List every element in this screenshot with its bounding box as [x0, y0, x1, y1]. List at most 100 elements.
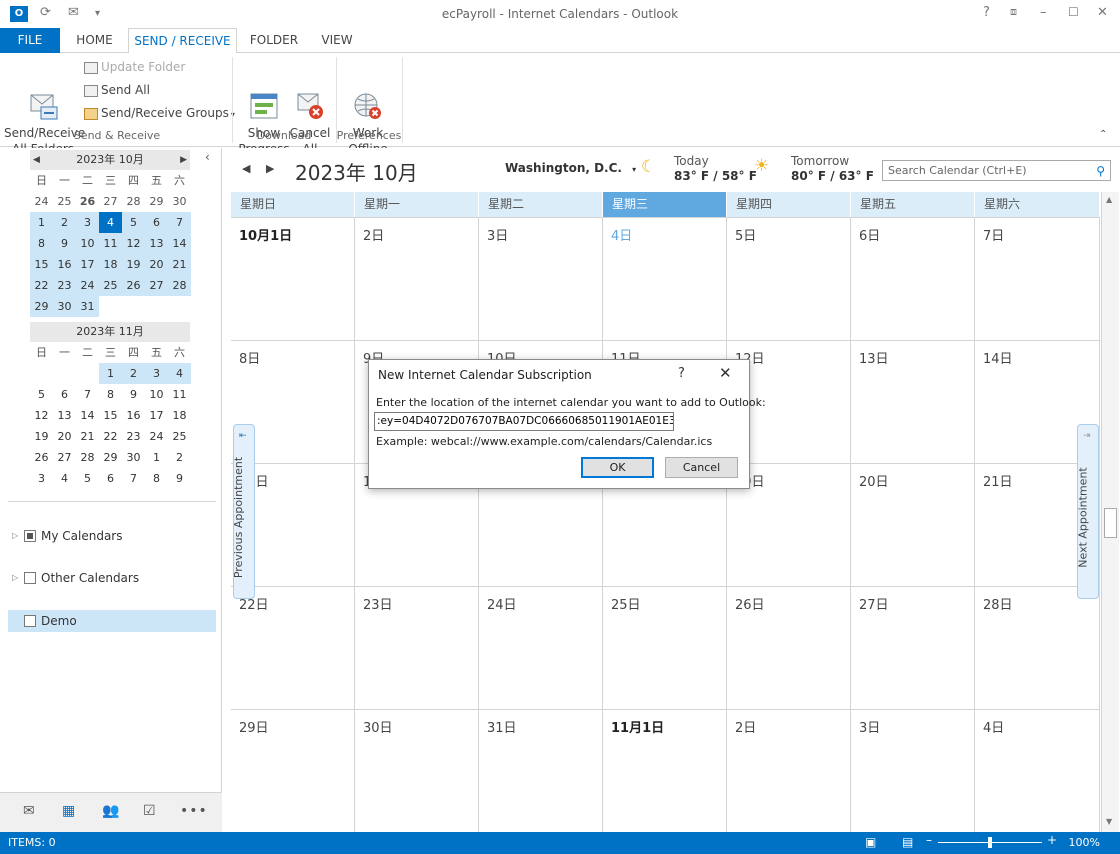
day-cell[interactable]: 11月1日 [603, 710, 727, 833]
next-month-arrow-icon[interactable]: ▶ [266, 162, 274, 175]
day-cell[interactable]: 25日 [603, 587, 727, 710]
demo-checkbox[interactable] [24, 615, 36, 627]
day-cell[interactable]: 4日 [603, 218, 727, 341]
send-receive-groups-button[interactable]: Send/Receive Groups▾ [84, 104, 235, 122]
ribbon-display-options-icon[interactable]: ⧈ [1010, 5, 1017, 19]
vertical-scrollbar[interactable]: ▲ ▼ [1101, 192, 1119, 832]
minical-day[interactable]: 28 [168, 275, 191, 296]
tab-file[interactable]: FILE [0, 28, 60, 53]
maximize-icon[interactable]: ☐ [1068, 5, 1079, 19]
scroll-down-icon[interactable]: ▼ [1106, 817, 1112, 826]
minimize-folder-pane-icon[interactable]: ‹ [205, 150, 210, 164]
tab-home[interactable]: HOME [66, 28, 123, 53]
minical-day[interactable]: 11 [99, 233, 122, 254]
minical-day[interactable]: 26 [122, 275, 145, 296]
minical-day[interactable]: 11 [168, 384, 191, 405]
minical-day[interactable]: 8 [30, 233, 53, 254]
minical-day[interactable]: 9 [122, 384, 145, 405]
day-cell[interactable]: 22日 [231, 587, 355, 710]
minical-day[interactable]: 18 [99, 254, 122, 275]
minical-day[interactable]: 27 [145, 275, 168, 296]
minical-day[interactable]: 25 [99, 275, 122, 296]
help-icon[interactable]: ? [983, 5, 990, 20]
minical-day[interactable]: 13 [145, 233, 168, 254]
search-calendar-input[interactable]: Search Calendar (Ctrl+E) ⚲ [882, 160, 1111, 181]
minical-day[interactable]: 4 [99, 212, 122, 233]
tab-view[interactable]: VIEW [312, 28, 362, 53]
minical-day[interactable]: 31 [76, 296, 99, 317]
minical-day[interactable]: 26 [30, 447, 53, 468]
tab-send-receive[interactable]: SEND / RECEIVE [128, 28, 237, 54]
day-cell[interactable]: 29日 [231, 710, 355, 833]
minical-day[interactable]: 4 [53, 468, 76, 489]
cancel-all-button[interactable]: Cancel All [288, 59, 332, 157]
day-cell[interactable]: 13日 [851, 341, 975, 464]
minical-day[interactable]: 3 [145, 363, 168, 384]
my-calendars-checkbox[interactable] [24, 530, 36, 542]
day-cell[interactable]: 3日 [479, 218, 603, 341]
minical-day[interactable]: 12 [30, 405, 53, 426]
update-folder-button[interactable]: Update Folder [84, 58, 185, 76]
dialog-help-icon[interactable]: ? [678, 366, 685, 381]
minical-day[interactable]: 1 [145, 447, 168, 468]
previous-appointment-button[interactable]: ⇤ Previous Appointment [232, 424, 255, 599]
day-cell[interactable]: 30日 [355, 710, 479, 833]
folder-group-other-calendars[interactable]: ▷ Other Calendars [8, 567, 216, 589]
people-icon[interactable]: 👥 [102, 803, 119, 819]
previous-month-arrow-icon[interactable]: ◀ [242, 162, 250, 175]
minical-day[interactable]: 20 [145, 254, 168, 275]
minical-day[interactable]: 9 [168, 468, 191, 489]
search-icon[interactable]: ⚲ [1096, 162, 1105, 181]
minical-day[interactable]: 2 [168, 447, 191, 468]
minical-day[interactable]: 18 [168, 405, 191, 426]
minical-day[interactable]: 28 [76, 447, 99, 468]
other-calendars-checkbox[interactable] [24, 572, 36, 584]
minical-day[interactable]: 28 [122, 191, 145, 212]
minical-day[interactable]: 24 [145, 426, 168, 447]
minical-day[interactable]: 19 [122, 254, 145, 275]
day-cell[interactable]: 2日 [727, 710, 851, 833]
folder-group-demo[interactable]: Demo [8, 610, 216, 632]
minical-day[interactable]: 15 [99, 405, 122, 426]
send-receive-all-folders-button[interactable]: Send/Receive All Folders [4, 59, 85, 157]
minical-day[interactable]: 2 [53, 212, 76, 233]
expand-icon[interactable]: ▷ [12, 567, 18, 589]
minical-day[interactable]: 19 [30, 426, 53, 447]
minical-day[interactable]: 9 [53, 233, 76, 254]
day-cell[interactable]: 28日 [975, 587, 1100, 710]
day-cell[interactable]: 5日 [727, 218, 851, 341]
more-icon[interactable]: ••• [180, 803, 208, 819]
next-appointment-button[interactable]: ⇥ Next Appointment [1077, 424, 1099, 599]
minical-day[interactable]: 24 [30, 191, 53, 212]
minical-day[interactable]: 16 [53, 254, 76, 275]
cancel-button[interactable]: Cancel [665, 457, 738, 478]
minical-day[interactable]: 10 [76, 233, 99, 254]
minical-day[interactable]: 16 [122, 405, 145, 426]
zoom-slider[interactable] [938, 837, 1042, 848]
scrollbar-thumb[interactable] [1104, 508, 1117, 538]
day-cell[interactable]: 3日 [851, 710, 975, 833]
minical-day[interactable]: 25 [53, 191, 76, 212]
minical-day[interactable]: 5 [30, 384, 53, 405]
minical-day[interactable]: 5 [122, 212, 145, 233]
ok-button[interactable]: OK [581, 457, 654, 478]
day-cell[interactable]: 27日 [851, 587, 975, 710]
minical-day[interactable]: 8 [145, 468, 168, 489]
minical-day[interactable]: 20 [53, 426, 76, 447]
minical-day[interactable]: 6 [53, 384, 76, 405]
zoom-level[interactable]: 100% [1069, 836, 1100, 849]
minical-day[interactable]: 4 [168, 363, 191, 384]
scroll-up-icon[interactable]: ▲ [1106, 195, 1112, 204]
reading-view-icon[interactable]: ▤ [902, 835, 913, 849]
minical-day[interactable]: 21 [76, 426, 99, 447]
minical-day[interactable]: 27 [53, 447, 76, 468]
minical-day[interactable]: 7 [168, 212, 191, 233]
previous-month-icon[interactable]: ◀ [33, 150, 40, 170]
day-cell[interactable]: 24日 [479, 587, 603, 710]
weather-location[interactable]: Washington, D.C. ▾ [505, 161, 636, 175]
minical-day[interactable]: 5 [76, 468, 99, 489]
expand-icon[interactable]: ▷ [12, 525, 18, 547]
minical-day[interactable]: 29 [30, 296, 53, 317]
send-all-button[interactable]: Send All [84, 81, 150, 99]
minical-day[interactable]: 3 [30, 468, 53, 489]
